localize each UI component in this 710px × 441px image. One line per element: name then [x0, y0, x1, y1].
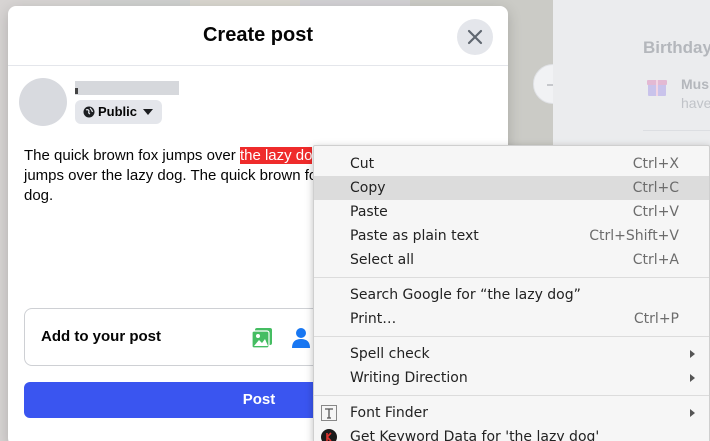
menu-item-label: Paste	[350, 204, 388, 220]
birthday-note: have	[681, 95, 710, 111]
add-to-post-label: Add to your post	[41, 328, 161, 345]
menu-item-spell-check[interactable]: Spell check	[314, 342, 709, 366]
menu-item-font-finder[interactable]: Font Finder	[314, 401, 709, 425]
avatar[interactable]	[19, 78, 67, 126]
menu-item-copy[interactable]: Copy Ctrl+C	[314, 176, 709, 200]
user-name[interactable]	[75, 81, 179, 95]
menu-item-label: Cut	[350, 156, 375, 172]
menu-item-paste[interactable]: Paste Ctrl+V	[314, 200, 709, 224]
menu-item-shortcut: Ctrl+C	[632, 180, 679, 196]
menu-item-select-all[interactable]: Select all Ctrl+A	[314, 248, 709, 272]
post-text-segment: The quick brown fox jumps over	[24, 147, 240, 164]
menu-item-label: Get Keyword Data for 'the lazy dog'	[350, 429, 600, 441]
menu-item-label: Spell check	[350, 346, 430, 362]
caret-down-icon	[143, 109, 153, 115]
menu-item-cut[interactable]: Cut Ctrl+X	[314, 152, 709, 176]
menu-item-search-google[interactable]: Search Google for “the lazy dog”	[314, 283, 709, 307]
menu-item-label: Font Finder	[350, 405, 428, 421]
menu-item-paste-plain[interactable]: Paste as plain text Ctrl+Shift+V	[314, 224, 709, 248]
dialog-header: Create post	[8, 6, 508, 66]
birthdays-heading: Birthday	[643, 38, 710, 57]
menu-separator	[314, 395, 709, 396]
menu-item-shortcut: Ctrl+X	[632, 156, 679, 172]
menu-item-label: Paste as plain text	[350, 228, 479, 244]
submenu-arrow-icon	[690, 374, 695, 382]
menu-item-keyword-data[interactable]: Get Keyword Data for 'the lazy dog'	[314, 425, 709, 441]
context-menu: Cut Ctrl+X Copy Ctrl+C Paste Ctrl+V Past…	[313, 145, 710, 441]
submenu-arrow-icon	[690, 409, 695, 417]
post-text-segment: jumps over the lazy dog. The quick brown…	[24, 167, 318, 184]
menu-separator	[314, 336, 709, 337]
submenu-arrow-icon	[690, 350, 695, 358]
user-name-fragment	[75, 88, 78, 94]
menu-item-writing-direction[interactable]: Writing Direction	[314, 366, 709, 390]
birthday-person-name[interactable]: Mus	[681, 76, 709, 92]
menu-item-label: Copy	[350, 180, 386, 196]
post-text-segment: dog.	[24, 187, 54, 204]
audience-label: Public	[98, 104, 138, 119]
menu-separator	[314, 277, 709, 278]
menu-item-shortcut: Ctrl+P	[633, 311, 679, 327]
gift-icon	[647, 80, 667, 96]
selected-text: the lazy do	[239, 147, 313, 164]
divider	[643, 130, 710, 131]
menu-item-label: Search Google for “the lazy dog”	[350, 287, 581, 303]
menu-item-shortcut: Ctrl+V	[632, 204, 679, 220]
keywords-everywhere-icon	[321, 429, 337, 441]
close-button[interactable]	[457, 19, 493, 55]
menu-item-label: Print…	[350, 311, 397, 327]
audience-selector[interactable]: Public	[75, 100, 162, 124]
close-icon	[467, 29, 483, 45]
tag-people-icon[interactable]	[291, 326, 315, 350]
menu-item-print[interactable]: Print… Ctrl+P	[314, 307, 709, 331]
photo-video-icon[interactable]	[250, 326, 274, 350]
menu-item-label: Select all	[350, 252, 414, 268]
font-finder-icon	[321, 405, 337, 421]
menu-item-shortcut: Ctrl+A	[632, 252, 679, 268]
dialog-title: Create post	[202, 24, 314, 46]
globe-icon	[83, 106, 95, 118]
menu-item-label: Writing Direction	[350, 370, 468, 386]
menu-item-shortcut: Ctrl+Shift+V	[589, 228, 679, 244]
